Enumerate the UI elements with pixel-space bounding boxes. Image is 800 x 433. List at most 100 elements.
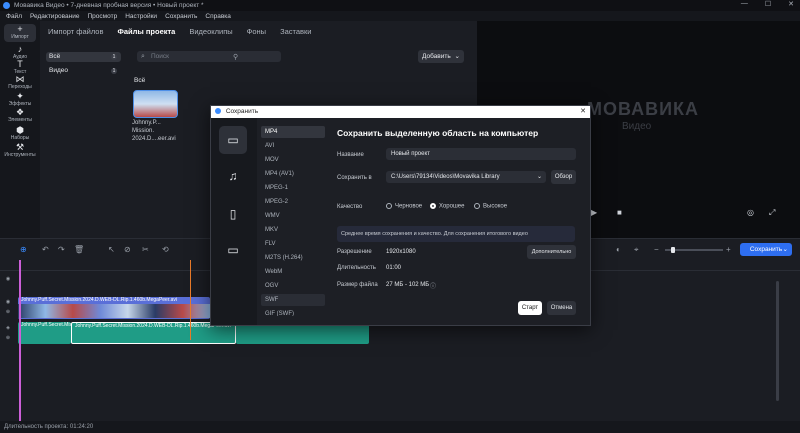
undo-icon[interactable]: ↶ [42, 245, 49, 254]
quality-good-radio[interactable]: Хорошее [430, 203, 464, 210]
search-input[interactable]: ⌕ Поиск [137, 51, 281, 62]
format-list: MP4 AVI MOV MP4 (AV1) MPEG-1 MPEG-2 WMV … [259, 118, 329, 325]
format-item[interactable]: MKV [261, 224, 325, 236]
play-icon[interactable]: ▶ [591, 208, 597, 217]
format-item[interactable]: MOV [261, 154, 325, 166]
sidebar-item-transitions[interactable]: ⋈ Переходы [0, 74, 40, 90]
filter-icon[interactable]: ⚲ [233, 53, 238, 61]
duration-label: Длительность [337, 265, 376, 271]
menu-file[interactable]: Файл [6, 13, 22, 20]
cancel-button[interactable]: Отмена [547, 301, 576, 315]
format-item[interactable]: MP4 [261, 126, 325, 138]
save-button[interactable]: Сохранить ⌄ [740, 243, 792, 256]
menu-edit[interactable]: Редактирование [30, 13, 80, 20]
trash-icon[interactable]: 🗑 [74, 245, 84, 254]
format-item[interactable]: OGV [261, 280, 325, 292]
close-icon[interactable]: ✕ [580, 106, 586, 118]
start-button[interactable]: Старт [518, 301, 542, 315]
watermark-sub: Видео [622, 121, 652, 132]
zoom-in-icon[interactable]: + [726, 245, 731, 254]
format-item[interactable]: MPEG-1 [261, 182, 325, 194]
category-video[interactable]: Видео 1 [46, 66, 121, 76]
media-caption: Johnny.P... Mission. 2024.D....eer.avi [132, 120, 176, 142]
sidebar-item-text[interactable]: T Текст [0, 59, 40, 75]
stop-icon[interactable]: ■ [617, 208, 622, 217]
lock-icon[interactable]: ⊕ [0, 335, 16, 341]
menu-settings[interactable]: Настройки [125, 13, 157, 20]
format-item[interactable]: SWF [261, 294, 325, 306]
lock-icon[interactable]: ⊕ [0, 309, 16, 315]
menu-save[interactable]: Сохранить [165, 13, 197, 20]
playhead[interactable] [19, 260, 21, 428]
marker-icon[interactable]: ⌖ [634, 245, 639, 255]
quality-draft-radio[interactable]: Черновое [386, 203, 422, 210]
video-export-icon[interactable]: ▭ [219, 126, 247, 154]
sidebar-item-import[interactable]: + Импорт [4, 24, 36, 42]
eye-icon[interactable]: ◉ [0, 276, 16, 282]
zoom-slider-handle[interactable] [671, 247, 675, 253]
zoom-slider[interactable] [665, 247, 723, 253]
save-path-field[interactable]: C:\Users\79134\Videos\Movavika Library ⌄ [386, 171, 546, 183]
video-clip[interactable]: Johnny.Puff.Secret.Mission.2024.D.WEB-DL… [18, 297, 210, 319]
format-item[interactable]: M2TS (H.264) [261, 252, 325, 264]
name-field[interactable]: Новый проект [386, 148, 576, 160]
rotate-icon[interactable]: ⟲ [162, 245, 169, 254]
dialog-settings: Сохранить выделенную область на компьюте… [335, 118, 587, 325]
format-item[interactable]: WebM [261, 266, 325, 278]
tab-video-clips[interactable]: Видеоклипы [189, 27, 232, 36]
format-item[interactable]: FLV [261, 238, 325, 250]
name-label: Название [337, 152, 364, 158]
volume-icon[interactable]: ◐ [616, 245, 621, 254]
format-item[interactable]: WMV [261, 210, 325, 222]
close-window-button[interactable]: ✕ [788, 0, 794, 8]
count-badge: 1 [111, 54, 117, 60]
music-note-icon: ♪ [17, 44, 23, 54]
info-icon[interactable]: ⓘ [430, 281, 436, 290]
menu-help[interactable]: Справка [205, 13, 231, 20]
zoom-out-icon[interactable]: − [654, 245, 659, 254]
tab-backgrounds[interactable]: Фоны [247, 27, 266, 36]
category-all[interactable]: Всё 1 [46, 52, 121, 62]
audio-export-icon[interactable]: ♫ [219, 162, 247, 190]
speaker-icon[interactable]: ◈ [0, 325, 16, 331]
add-track-icon[interactable]: ⊕ [20, 245, 27, 254]
browse-button[interactable]: Обзор [551, 170, 576, 184]
sidebar-item-tools[interactable]: ⚒ Инструменты [0, 142, 40, 158]
link-icon[interactable]: ⊘ [124, 245, 131, 254]
device-export-icon[interactable]: ▯ [219, 200, 247, 228]
tab-import-files[interactable]: Импорт файлов [48, 27, 103, 36]
sidebar-item-elements[interactable]: ❖ Элементы [0, 107, 40, 123]
camera-icon[interactable]: ◎ [747, 208, 754, 217]
maximize-button[interactable]: ☐ [765, 0, 771, 8]
sidebar-item-sets[interactable]: ⬢ Наборы [0, 125, 40, 141]
video-thumbnails [18, 304, 210, 318]
quality-label: Качество [337, 204, 363, 210]
format-item[interactable]: AVI [261, 140, 325, 152]
format-item[interactable]: MP4 (AV1) [261, 168, 325, 180]
eye-icon[interactable]: ◉ [0, 299, 16, 305]
redo-icon[interactable]: ↷ [58, 245, 65, 254]
tab-intros[interactable]: Заставки [280, 27, 311, 36]
format-item[interactable]: MPEG-2 [261, 196, 325, 208]
cursor-icon[interactable]: ↖ [108, 245, 115, 254]
format-item[interactable]: GIF (SWF) [261, 308, 325, 316]
scrollbar-thumb[interactable] [776, 281, 779, 401]
window-title: Мовавика Видео • 7-дневная пробная верси… [14, 2, 204, 9]
tv-export-icon[interactable]: ▭ [219, 236, 247, 264]
fullscreen-icon[interactable]: ⤢ [769, 208, 775, 218]
cut-icon[interactable]: ✂ [142, 245, 149, 254]
audio-clip[interactable]: Johnny.Puff.Secret.Mis [18, 322, 71, 344]
minimize-button[interactable]: — [741, 0, 748, 8]
tab-project-files[interactable]: Файлы проекта [117, 27, 175, 36]
vertical-scrollbar[interactable] [775, 271, 781, 421]
out-marker[interactable] [190, 260, 191, 340]
watermark-logo: МОВАВИКА [587, 99, 700, 119]
quality-high-radio[interactable]: Высокое [474, 203, 507, 210]
media-thumbnail[interactable] [133, 90, 178, 118]
sets-icon: ⬢ [16, 125, 24, 135]
advanced-button[interactable]: Дополнительно [527, 245, 576, 259]
sidebar-item-effects[interactable]: ✦ Эффекты [0, 91, 40, 107]
menu-view[interactable]: Просмотр [88, 13, 118, 20]
sidebar-item-audio[interactable]: ♪ Аудио [0, 44, 40, 60]
add-button[interactable]: Добавить ⌄ [418, 50, 464, 63]
